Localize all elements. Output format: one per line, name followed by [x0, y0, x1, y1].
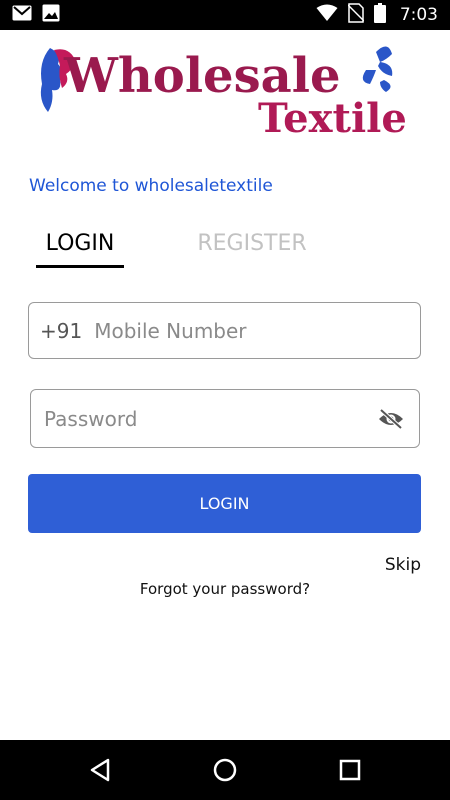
status-time: 7:03: [399, 5, 438, 25]
tab-active-indicator: [36, 265, 124, 268]
battery-icon: [373, 2, 386, 28]
system-nav-bar: [0, 740, 450, 800]
skip-link[interactable]: Skip: [385, 555, 421, 575]
no-sim-icon: [347, 2, 365, 28]
tab-login[interactable]: LOGIN: [36, 220, 124, 266]
mobile-field[interactable]: +91: [28, 302, 421, 359]
password-input[interactable]: [44, 390, 377, 447]
login-button[interactable]: LOGIN: [28, 474, 421, 533]
wifi-icon: [316, 4, 338, 27]
password-field[interactable]: [30, 389, 420, 448]
status-bar: 7:03: [0, 0, 450, 30]
logo-butterfly-icon: [362, 46, 393, 92]
image-icon: [42, 4, 60, 27]
status-left: [12, 4, 60, 27]
logo-textile-text: Textile: [258, 95, 407, 140]
mobile-number-input[interactable]: [94, 303, 420, 358]
welcome-text: Welcome to wholesaletextile: [29, 176, 273, 196]
app-logo: Wholesale Textile: [36, 40, 416, 142]
forgot-password-link[interactable]: Forgot your password?: [0, 580, 450, 598]
auth-tabs: LOGIN REGISTER: [0, 220, 450, 270]
eye-off-icon[interactable]: [377, 405, 405, 433]
recents-icon[interactable]: [335, 755, 365, 785]
gmail-icon: [12, 5, 32, 26]
status-right: 7:03: [316, 2, 438, 28]
back-icon[interactable]: [86, 755, 116, 785]
tab-register[interactable]: REGISTER: [190, 220, 314, 266]
country-code-prefix: +91: [40, 318, 83, 343]
home-icon[interactable]: [210, 755, 240, 785]
